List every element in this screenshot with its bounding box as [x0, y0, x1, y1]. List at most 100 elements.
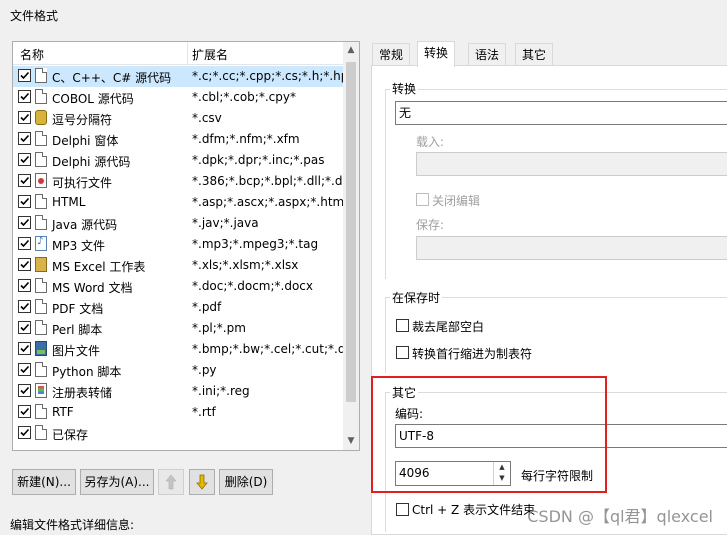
- save-label: 保存:: [416, 218, 445, 232]
- scroll-up-icon[interactable]: ▲: [343, 42, 359, 59]
- format-extensions: *.c;*.cc;*.cpp;*.cs;*.h;*.hpp: [192, 69, 344, 83]
- list-item[interactable]: Python 脚本 *.py: [13, 360, 343, 381]
- format-name: Delphi 窗体: [52, 134, 119, 148]
- format-extensions: *.dpk;*.dpr;*.inc;*.pas: [192, 153, 325, 167]
- save-field[interactable]: [416, 236, 727, 260]
- format-name: 已保存: [52, 428, 89, 442]
- checkbox-checked-icon[interactable]: [18, 216, 31, 229]
- format-extensions: *.bmp;*.bw;*.cel;*.cut;*.dib.: [192, 342, 344, 356]
- highlight-box: [371, 376, 607, 493]
- list-item[interactable]: 注册表转储 *.ini;*.reg: [13, 381, 343, 402]
- list-item[interactable]: Perl 脚本 *.pl;*.pm: [13, 318, 343, 339]
- checkbox-checked-icon[interactable]: [18, 342, 31, 355]
- ctrl-z-eof-label: Ctrl + Z 表示文件结束: [412, 503, 536, 517]
- checkbox-checked-icon[interactable]: [18, 174, 31, 187]
- format-extensions: *.py: [192, 363, 217, 377]
- list-item[interactable]: MS Word 文档 *.doc;*.docm;*.docx: [13, 276, 343, 297]
- document-icon: [35, 194, 47, 209]
- save-as-button[interactable]: 另存为(A)...: [80, 469, 154, 495]
- column-header-name[interactable]: 名称: [20, 46, 44, 63]
- ctrl-z-eof-checkbox[interactable]: [396, 503, 409, 516]
- format-name: 图片文件: [52, 344, 101, 358]
- document-icon: [35, 404, 47, 419]
- checkbox-checked-icon[interactable]: [18, 195, 31, 208]
- checkbox-checked-icon[interactable]: [18, 258, 31, 271]
- document-icon: [35, 215, 47, 230]
- list-item[interactable]: 逗号分隔符 *.csv: [13, 108, 343, 129]
- list-header: 名称 扩展名: [13, 42, 343, 65]
- close-edit-label: 关闭编辑: [432, 194, 481, 208]
- group-border: [385, 89, 727, 90]
- checkbox-checked-icon[interactable]: [18, 405, 31, 418]
- tab-other[interactable]: 其它: [515, 43, 554, 66]
- checkbox-checked-icon[interactable]: [18, 111, 31, 124]
- checkbox-checked-icon[interactable]: [18, 300, 31, 313]
- format-extensions: *.dfm;*.nfm;*.xfm: [192, 132, 300, 146]
- format-extensions: *.pl;*.pm: [192, 321, 246, 335]
- column-header-ext[interactable]: 扩展名: [192, 46, 228, 63]
- list-item[interactable]: COBOL 源代码 *.cbl;*.cob;*.cpy*: [13, 87, 343, 108]
- format-extensions: *.csv: [192, 111, 222, 125]
- document-icon: [35, 89, 47, 104]
- watermark: CSDN @【ql君】qlexcel: [527, 507, 713, 526]
- checkbox-checked-icon[interactable]: [18, 153, 31, 166]
- load-field[interactable]: [416, 152, 727, 176]
- list-item[interactable]: MS Excel 工作表 *.xls;*.xlsm;*.xlsx: [13, 255, 343, 276]
- format-name: C、C++、C# 源代码: [52, 71, 172, 85]
- tab-general[interactable]: 常规: [372, 43, 411, 66]
- format-extensions: *.cbl;*.cob;*.cpy*: [192, 90, 296, 104]
- list-item[interactable]: PDF 文档 *.pdf: [13, 297, 343, 318]
- list-item[interactable]: 可执行文件 *.386;*.bcp;*.bpl;*.dll;*.drv;: [13, 171, 344, 192]
- file-format-list[interactable]: 名称 扩展名 C、C++、C# 源代码 *.c;*.cc;*.cpp;*.cs;*…: [12, 41, 360, 451]
- checkbox-checked-icon[interactable]: [18, 426, 31, 439]
- checkbox-checked-icon[interactable]: [18, 363, 31, 376]
- format-extensions: *.rtf: [192, 405, 216, 419]
- tab-convert[interactable]: 转换: [417, 41, 456, 67]
- format-extensions: *.mp3;*.mpeg3;*.tag: [192, 237, 319, 251]
- list-item[interactable]: Java 源代码 *.jav;*.java: [13, 213, 343, 234]
- list-item[interactable]: Delphi 窗体 *.dfm;*.nfm;*.xfm: [13, 129, 343, 150]
- list-item[interactable]: 已保存: [13, 423, 343, 444]
- scroll-thumb[interactable]: [346, 62, 356, 402]
- document-icon: [35, 320, 47, 335]
- vertical-scrollbar[interactable]: ▲ ▼: [343, 42, 359, 450]
- list-item[interactable]: C、C++、C# 源代码 *.c;*.cc;*.cpp;*.cs;*.h;*.hp…: [13, 66, 344, 87]
- music-icon: [35, 236, 47, 251]
- image-icon: [35, 341, 47, 356]
- scroll-down-icon[interactable]: ▼: [343, 433, 359, 450]
- checkbox-checked-icon[interactable]: [18, 69, 31, 82]
- trim-trailing-checkbox[interactable]: [396, 319, 409, 332]
- format-name: Delphi 源代码: [52, 155, 131, 169]
- checkbox-checked-icon[interactable]: [18, 279, 31, 292]
- convert-indent-checkbox[interactable]: [396, 346, 409, 359]
- checkbox-checked-icon[interactable]: [18, 321, 31, 334]
- checkbox-checked-icon[interactable]: [18, 384, 31, 397]
- list-item[interactable]: 图片文件 *.bmp;*.bw;*.cel;*.cut;*.dib.: [13, 339, 344, 360]
- checkbox-checked-icon[interactable]: [18, 237, 31, 250]
- convert-select[interactable]: 无: [395, 101, 727, 125]
- group-border: [385, 89, 386, 279]
- list-item[interactable]: MP3 文件 *.mp3;*.mpeg3;*.tag: [13, 234, 343, 255]
- arrow-down-icon: [196, 474, 208, 490]
- move-down-button[interactable]: [189, 469, 215, 495]
- format-extensions: *.xls;*.xlsm;*.xlsx: [192, 258, 299, 272]
- executable-icon: [35, 173, 47, 188]
- move-up-button[interactable]: [158, 469, 184, 495]
- format-name: 逗号分隔符: [52, 113, 113, 127]
- list-item[interactable]: HTML *.asp;*.ascx;*.aspx;*.htm;*..: [13, 192, 344, 213]
- document-icon: [35, 299, 47, 314]
- list-item[interactable]: Delphi 源代码 *.dpk;*.dpr;*.inc;*.pas: [13, 150, 343, 171]
- close-edit-checkbox[interactable]: [416, 193, 429, 206]
- format-name: COBOL 源代码: [52, 92, 134, 106]
- document-icon: [35, 425, 47, 440]
- format-name: MP3 文件: [52, 239, 106, 253]
- document-icon: [35, 68, 47, 83]
- format-name: MS Excel 工作表: [52, 260, 146, 274]
- checkbox-checked-icon[interactable]: [18, 90, 31, 103]
- new-button[interactable]: 新建(N)...: [12, 469, 76, 495]
- column-divider[interactable]: [187, 42, 188, 64]
- delete-button[interactable]: 删除(D): [219, 469, 273, 495]
- tab-syntax[interactable]: 语法: [468, 43, 507, 66]
- list-item[interactable]: RTF *.rtf: [13, 402, 343, 423]
- checkbox-checked-icon[interactable]: [18, 132, 31, 145]
